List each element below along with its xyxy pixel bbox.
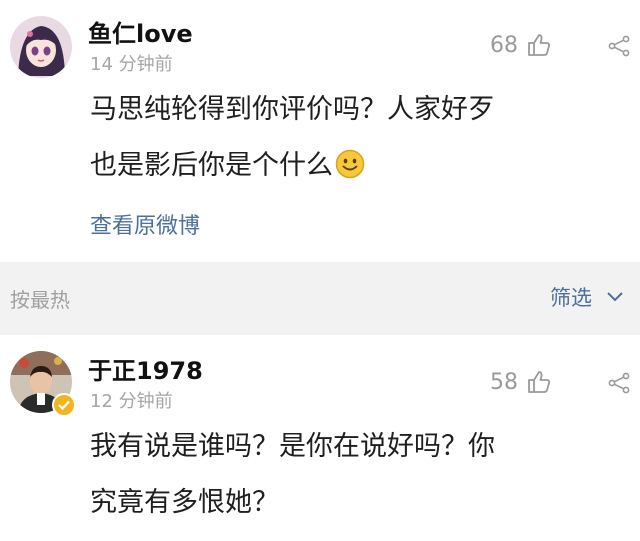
like-count: 58 <box>490 369 518 395</box>
verified-badge-icon <box>52 393 76 417</box>
filter-label: 筛选 <box>550 286 592 310</box>
like-count: 68 <box>490 32 518 58</box>
comment-item-1: 鱼仁love 14 分钟前 68 马思纯轮得到你评价吗？人家好歹 也是影后你是个… <box>0 0 640 262</box>
username[interactable]: 鱼仁love <box>88 14 193 49</box>
comment-text-line: 也是影后你是个什么 <box>90 138 640 194</box>
avatar[interactable] <box>10 16 72 78</box>
username[interactable]: 于正1978 <box>88 351 203 386</box>
comment-time: 14 分钟前 <box>90 54 173 75</box>
comment-text-line: 马思纯轮得到你评价吗？人家好歹 <box>90 94 495 125</box>
like-thumb-icon <box>528 34 550 56</box>
filter-button[interactable]: 筛选 <box>550 282 624 312</box>
comment-text-fragment: 也是影后你是个什么 <box>90 150 333 181</box>
share-icon[interactable] <box>606 34 632 62</box>
like-thumb-icon <box>528 371 550 393</box>
sort-filter-bar: 按最热 筛选 <box>0 262 640 335</box>
comment-text: 马思纯轮得到你评价吗？人家好歹 也是影后你是个什么 <box>90 82 640 194</box>
share-icon[interactable] <box>606 371 632 399</box>
chevron-down-icon <box>607 292 623 302</box>
comment-item-2: 于正1978 12 分钟前 58 我有说是谁吗？是你在说好吗？你 究竟有多恨她？ <box>0 335 640 541</box>
sort-by-hot[interactable]: 按最热 <box>10 284 70 313</box>
smile-emoji-icon <box>335 149 365 179</box>
like-button[interactable]: 68 <box>490 32 552 58</box>
comment-text-line: 究竟有多恨她？ <box>90 487 279 518</box>
comment-time: 12 分钟前 <box>90 391 173 412</box>
like-button[interactable]: 58 <box>490 369 552 395</box>
comment-text-line: 我有说是谁吗？是你在说好吗？你 <box>90 431 495 462</box>
comment-text: 我有说是谁吗？是你在说好吗？你 究竟有多恨她？ <box>90 419 640 531</box>
view-original-weibo-link[interactable]: 查看原微博 <box>90 208 200 240</box>
